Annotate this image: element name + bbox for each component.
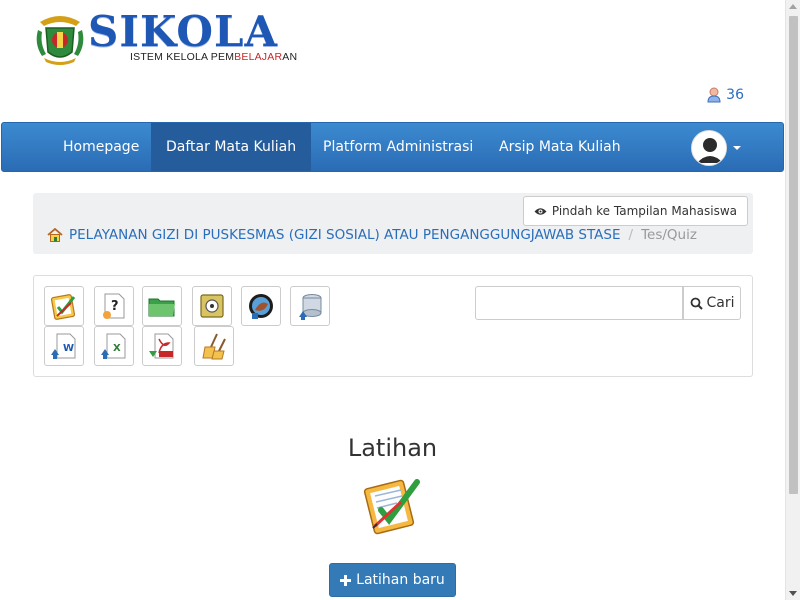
svg-text:X: X bbox=[113, 343, 121, 354]
backup-tool-button[interactable] bbox=[241, 286, 281, 326]
user-icon bbox=[707, 87, 721, 103]
latihan-icon bbox=[361, 476, 425, 536]
search-button-label: Cari bbox=[706, 295, 735, 311]
database-upload-tool-button[interactable] bbox=[290, 286, 330, 326]
svg-text:?: ? bbox=[111, 299, 119, 314]
new-latihan-button[interactable]: Latihan baru bbox=[329, 563, 456, 597]
plus-icon bbox=[340, 574, 352, 586]
clean-tool-button[interactable] bbox=[194, 326, 234, 366]
home-icon[interactable] bbox=[47, 228, 63, 242]
new-latihan-label: Latihan baru bbox=[356, 572, 445, 588]
switch-student-view-button[interactable]: Pindah ke Tampilan Mahasiswa bbox=[522, 196, 748, 226]
breadcrumb-course-link[interactable]: PELAYANAN GIZI DI PUSKESMAS (GIZI SOSIAL… bbox=[69, 227, 621, 243]
nav-arsip-mata-kuliah[interactable]: Arsip Mata Kuliah bbox=[484, 123, 636, 171]
breadcrumb-box: Pindah ke Tampilan Mahasiswa PELAYANAN G… bbox=[33, 193, 753, 254]
university-emblem-icon bbox=[36, 16, 84, 65]
nav-daftar-mata-kuliah[interactable]: Daftar Mata Kuliah bbox=[151, 123, 312, 171]
pdf-download-icon bbox=[149, 333, 174, 359]
backup-icon bbox=[249, 294, 273, 319]
scroll-up-icon[interactable] bbox=[789, 4, 797, 9]
folder-tool-button[interactable] bbox=[142, 286, 182, 326]
avatar bbox=[691, 130, 727, 166]
clean-icon bbox=[202, 333, 226, 360]
search-button[interactable]: Cari bbox=[683, 286, 741, 320]
brand: SIKOLA ISTEM KELOLA PEMBELAJARAN bbox=[88, 7, 298, 64]
breadcrumb-current: Tes/Quiz bbox=[641, 227, 697, 243]
toolbar-panel: ? W X Cari bbox=[33, 275, 753, 377]
brand-sub-prefix: ISTEM KELOLA PEM bbox=[130, 51, 235, 63]
excel-upload-tool-button[interactable]: X bbox=[94, 326, 134, 366]
database-upload-icon bbox=[299, 294, 322, 320]
chevron-down-icon bbox=[733, 146, 741, 150]
brand-title: SIKOLA bbox=[88, 7, 279, 56]
page-title: Latihan bbox=[347, 434, 438, 462]
safe-tool-button[interactable] bbox=[192, 286, 232, 326]
safe-icon bbox=[200, 294, 224, 318]
folder-icon bbox=[148, 298, 175, 317]
pdf-download-tool-button[interactable] bbox=[142, 326, 182, 366]
quiz-icon bbox=[50, 294, 76, 320]
page-scrollbar[interactable] bbox=[785, 0, 800, 600]
profile-menu[interactable] bbox=[691, 130, 741, 166]
breadcrumb-separator: / bbox=[628, 227, 634, 243]
main-navbar: Homepage Daftar Mata Kuliah Platform Adm… bbox=[1, 122, 784, 172]
question-icon: ? bbox=[103, 293, 125, 319]
brand-sub-highlight: BELAJAR bbox=[234, 51, 283, 63]
quiz-tool-button[interactable] bbox=[44, 286, 84, 326]
online-users[interactable]: 36 bbox=[707, 87, 744, 103]
breadcrumb: PELAYANAN GIZI DI PUSKESMAS (GIZI SOSIAL… bbox=[47, 227, 697, 243]
scroll-down-icon[interactable] bbox=[789, 591, 797, 596]
excel-upload-icon: X bbox=[101, 333, 126, 359]
nav-platform-administrasi[interactable]: Platform Administrasi bbox=[308, 123, 488, 171]
search-input[interactable] bbox=[475, 286, 683, 320]
question-tool-button[interactable]: ? bbox=[94, 286, 134, 326]
search-icon bbox=[690, 297, 703, 310]
brand-sub-suffix: AN bbox=[282, 51, 298, 63]
eye-icon bbox=[534, 207, 547, 215]
switch-student-view-label: Pindah ke Tampilan Mahasiswa bbox=[551, 204, 737, 218]
scroll-thumb[interactable] bbox=[789, 16, 798, 494]
svg-text:W: W bbox=[63, 343, 74, 354]
online-users-count: 36 bbox=[726, 87, 744, 103]
word-upload-icon: W bbox=[51, 333, 76, 359]
nav-homepage[interactable]: Homepage bbox=[48, 123, 154, 171]
word-upload-tool-button[interactable]: W bbox=[44, 326, 84, 366]
